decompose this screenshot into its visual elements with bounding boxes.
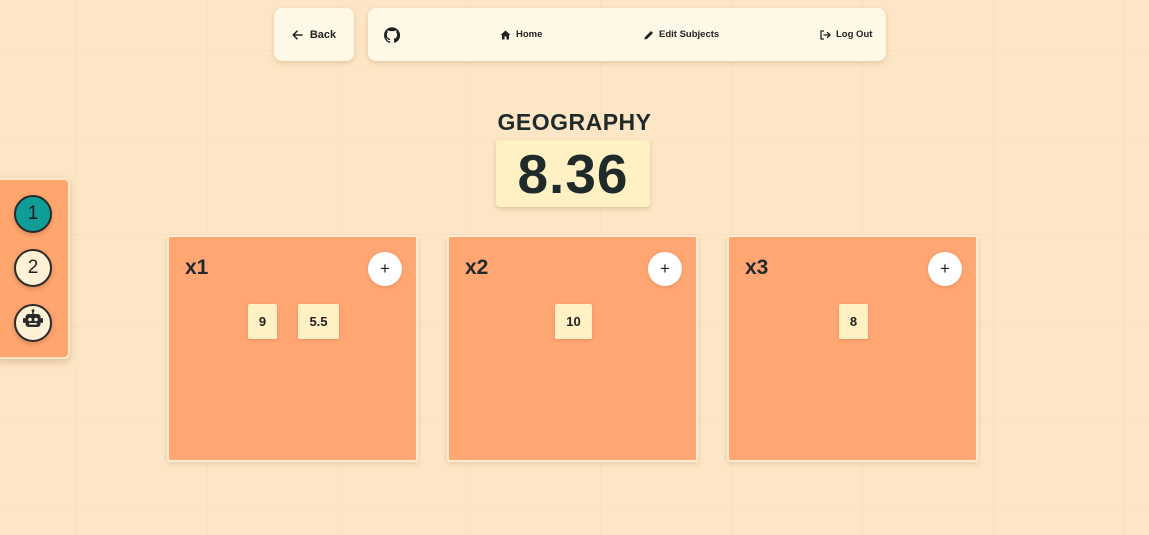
nav-home-label: Home	[516, 29, 543, 40]
nav-edit-subjects-link[interactable]: Edit Subjects	[644, 8, 719, 61]
subject-average: 8.36	[496, 140, 650, 207]
back-button-label: Back	[309, 28, 337, 41]
add-grade-button[interactable]: +	[648, 252, 682, 286]
nav-logout-link[interactable]: Log Out	[820, 8, 872, 61]
back-button[interactable]: Back	[274, 8, 354, 61]
robot-icon	[22, 309, 44, 337]
weight-card-x3: x3 + 8	[727, 235, 978, 462]
period-2-button[interactable]: 2	[14, 249, 52, 287]
nav-home-link[interactable]: Home	[500, 8, 542, 61]
grade-chip[interactable]: 5.5	[298, 304, 339, 339]
grade-chip[interactable]: 10	[555, 304, 592, 339]
top-nav: Home Edit Subjects Log Out	[368, 8, 886, 61]
grade-chip[interactable]: 9	[248, 304, 277, 339]
card-weight-label: x1	[185, 256, 209, 279]
period-1-button[interactable]: 1	[14, 195, 52, 233]
side-panel: 1 2	[0, 178, 70, 359]
grade-chip[interactable]: 8	[839, 304, 868, 339]
card-weight-label: x3	[745, 256, 769, 279]
add-grade-button[interactable]: +	[928, 252, 962, 286]
home-icon	[500, 30, 511, 40]
nav-logout-label: Log Out	[836, 29, 873, 40]
robot-button[interactable]	[14, 304, 52, 342]
weight-card-x2: x2 + 10	[447, 235, 698, 462]
weight-card-x1: x1 + 9 5.5	[167, 235, 418, 462]
arrow-left-icon	[292, 29, 303, 40]
github-icon	[384, 26, 400, 43]
card-weight-label: x2	[465, 256, 489, 279]
subject-title: GEOGRAPHY	[497, 109, 652, 135]
add-grade-button[interactable]: +	[368, 252, 402, 286]
nav-edit-subjects-label: Edit Subjects	[659, 29, 720, 40]
github-link[interactable]	[384, 8, 400, 61]
logout-icon	[820, 29, 831, 40]
pencil-icon	[644, 30, 654, 40]
